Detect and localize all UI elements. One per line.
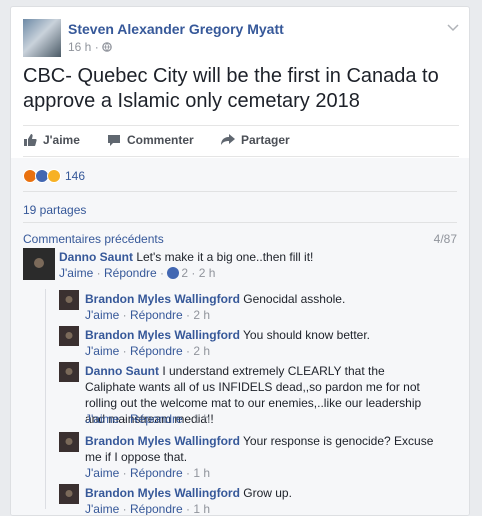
replier-avatar[interactable] <box>59 432 79 452</box>
comment-button[interactable]: Commenter <box>107 133 194 147</box>
reply-time[interactable]: 2 h <box>193 344 210 358</box>
chevron-down-icon[interactable] <box>447 21 459 35</box>
reply-like-link[interactable]: J'aime <box>85 308 119 322</box>
replier-avatar[interactable] <box>59 326 79 346</box>
previous-comments-link[interactable]: Commentaires précédents <box>23 232 164 246</box>
sad-reaction-icon <box>47 169 61 183</box>
comment-button-label: Commenter <box>127 133 194 147</box>
reply-time[interactable]: 1 h <box>193 502 210 515</box>
reply-like-link[interactable]: J'aime <box>85 502 119 515</box>
replier-avatar[interactable] <box>59 362 79 382</box>
commenter-name[interactable]: Danno Saunt <box>59 250 133 264</box>
comment-likes[interactable]: 2 <box>167 266 188 280</box>
divider <box>23 222 457 223</box>
author-avatar[interactable] <box>23 19 61 57</box>
share-button[interactable]: Partager <box>221 133 290 147</box>
reply-body: Brandon Myles Wallingford Grow up. <box>85 485 455 501</box>
reply-reply-link[interactable]: Répondre <box>130 412 183 426</box>
like-button-label: J'aime <box>43 133 80 147</box>
comment-bubble-icon <box>107 134 121 147</box>
avatar-face <box>65 490 73 497</box>
reply-text: Genocidal asshole. <box>239 292 346 306</box>
comment-like-link[interactable]: J'aime <box>59 266 93 280</box>
meta-separator: · <box>94 40 99 54</box>
post-text: CBC- Quebec City will be the first in Ca… <box>23 65 439 112</box>
commenter-avatar[interactable] <box>23 248 55 280</box>
post-footer: 146 19 partages Commentaires précédents … <box>11 158 469 516</box>
comment-text: Let's make it a big one..then fill it! <box>133 250 314 264</box>
like-button[interactable]: J'aime <box>23 133 80 147</box>
share-count-link[interactable]: 19 partages <box>23 203 86 217</box>
reply-item: Brandon Myles Wallingford Your response … <box>59 432 457 484</box>
replier-name[interactable]: Brandon Myles Wallingford <box>85 486 240 500</box>
replier-name[interactable]: Brandon Myles Wallingford <box>85 328 240 342</box>
reply-item: Danno Saunt I understand extremely CLEAR… <box>59 362 457 430</box>
reply-meta: J'aime · Répondre · 1 h <box>85 502 211 516</box>
globe-icon <box>102 40 112 54</box>
reply-like-link[interactable]: J'aime <box>85 412 119 426</box>
reply-meta: J'aime · Répondre · 1 h <box>85 466 211 480</box>
comment-time[interactable]: 2 h <box>199 266 216 280</box>
avatar-face <box>65 368 73 375</box>
divider <box>23 191 457 192</box>
avatar-face <box>65 332 73 339</box>
replier-avatar[interactable] <box>59 484 79 504</box>
reply-text: Grow up. <box>239 486 292 500</box>
comment-counter: 4/87 <box>433 232 457 246</box>
reactions-summary[interactable]: 146 <box>23 164 85 188</box>
avatar-face <box>34 257 44 268</box>
reply-meta: J'aime · Répondre · 2 h <box>85 344 211 358</box>
comment-meta: J'aime · Répondre · 2 · 2 h <box>59 266 216 280</box>
post-header: Steven Alexander Gregory Myatt 16 h · <box>23 19 459 59</box>
share-button-label: Partager <box>241 133 290 147</box>
reply-body: Brandon Myles Wallingford You should kno… <box>85 327 455 343</box>
reply-meta: J'aime · Répondre · 2 h <box>85 308 211 322</box>
post-author-name[interactable]: Steven Alexander Gregory Myatt <box>68 21 284 37</box>
reply-meta: J'aime · Répondre · 1 h <box>85 412 211 426</box>
reaction-count[interactable]: 146 <box>65 169 85 183</box>
like-badge-icon <box>167 267 180 279</box>
reply-reply-link[interactable]: Répondre <box>130 308 183 322</box>
replier-name[interactable]: Brandon Myles Wallingford <box>85 292 240 306</box>
reply-like-link[interactable]: J'aime <box>85 466 119 480</box>
reply-item: Brandon Myles Wallingford You should kno… <box>59 326 457 362</box>
comment-item: Danno Saunt Let's make it a big one..the… <box>23 248 457 288</box>
reply-like-link[interactable]: J'aime <box>85 344 119 358</box>
avatar-face <box>65 438 73 445</box>
replier-name[interactable]: Brandon Myles Wallingford <box>85 434 240 448</box>
reply-reply-link[interactable]: Répondre <box>130 502 183 515</box>
reply-body: Brandon Myles Wallingford Genocidal assh… <box>85 291 455 307</box>
reply-time[interactable]: 1 h <box>193 466 210 480</box>
reply-time[interactable]: 2 h <box>193 308 210 322</box>
reply-body: Brandon Myles Wallingford Your response … <box>85 433 437 465</box>
reply-thread-line <box>45 289 46 509</box>
avatar-face <box>65 296 73 303</box>
reply-reply-link[interactable]: Répondre <box>130 466 183 480</box>
replier-name[interactable]: Danno Saunt <box>85 364 159 378</box>
post-meta: 16 h · <box>68 40 112 54</box>
thumbs-up-icon <box>23 133 37 147</box>
replier-avatar[interactable] <box>59 290 79 310</box>
post-card: Steven Alexander Gregory Myatt 16 h · CB… <box>10 6 470 516</box>
post-time[interactable]: 16 h <box>68 40 91 54</box>
post-action-bar: J'aime Commenter Partager <box>23 125 459 157</box>
reply-reply-link[interactable]: Répondre <box>130 344 183 358</box>
share-arrow-icon <box>221 134 235 146</box>
comment-like-count: 2 <box>181 266 189 280</box>
reply-item: Brandon Myles Wallingford Grow up. J'aim… <box>59 484 457 516</box>
comment-body: Danno Saunt Let's make it a big one..the… <box>59 249 449 265</box>
comment-reply-link[interactable]: Répondre <box>104 266 157 280</box>
reply-item: Brandon Myles Wallingford Genocidal assh… <box>59 290 457 326</box>
reply-text: You should know better. <box>239 328 371 342</box>
reply-time[interactable]: 1 h <box>193 412 210 426</box>
